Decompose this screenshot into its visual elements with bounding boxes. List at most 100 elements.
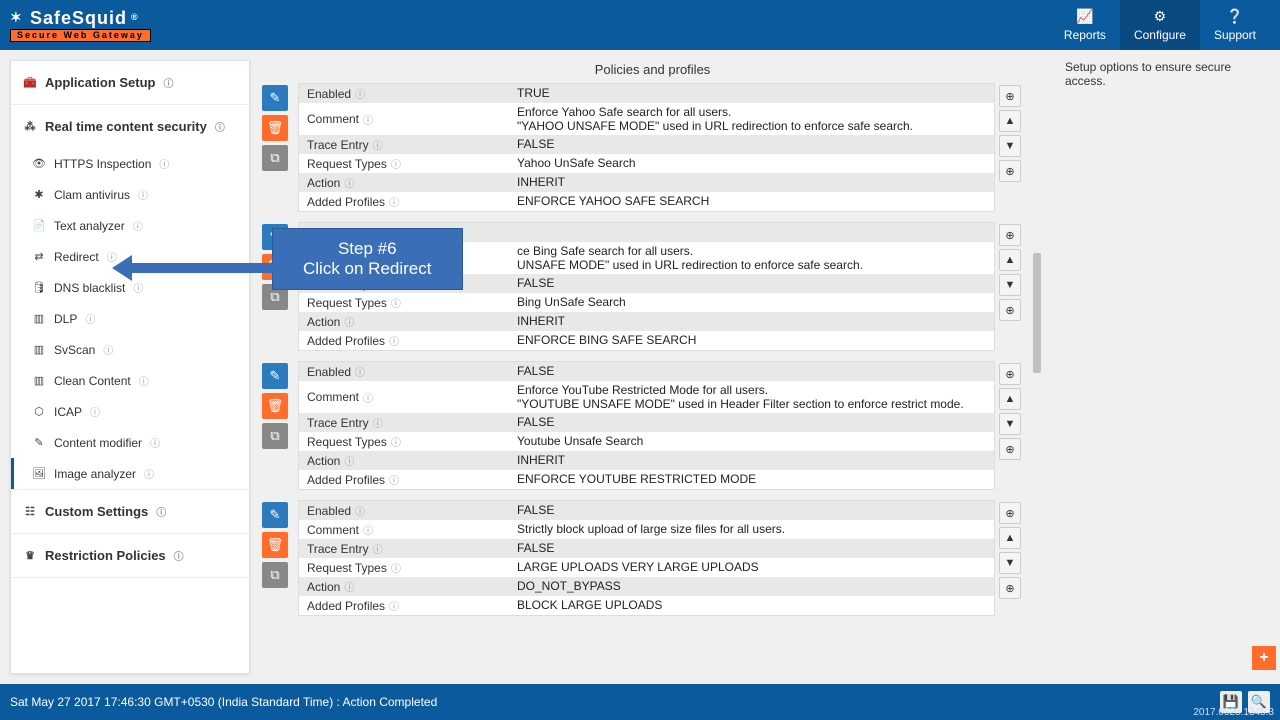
clone-button[interactable]: ⧉ bbox=[262, 145, 288, 171]
help-panel: Setup options to ensure secure access. bbox=[1055, 60, 1280, 674]
info-icon: ⓘ bbox=[373, 415, 383, 430]
sidebar-item-clean-content[interactable]: ▥Clean Content ⓘ bbox=[11, 365, 249, 396]
sidebar-item-label: Text analyzer bbox=[54, 219, 125, 233]
field-label: Request Types ⓘ bbox=[299, 293, 509, 312]
info-icon: ⓘ bbox=[363, 522, 373, 537]
table-row: Action ⓘINHERIT bbox=[299, 173, 994, 192]
clone-button[interactable]: ⧉ bbox=[262, 423, 288, 449]
help-text: Setup options to ensure secure access. bbox=[1065, 60, 1270, 88]
edit-button[interactable]: ✎ bbox=[262, 363, 288, 389]
brand-reg: ® bbox=[131, 13, 139, 22]
move-top-button[interactable]: ⊕ bbox=[999, 85, 1021, 107]
field-value: INHERIT bbox=[509, 451, 994, 470]
sidebar-app-setup[interactable]: 🧰 Application Setup ⓘ bbox=[11, 61, 249, 104]
info-icon: ⓘ bbox=[391, 434, 401, 449]
delete-button[interactable]: 🗑 bbox=[262, 393, 288, 419]
field-label: Request Types ⓘ bbox=[299, 432, 509, 451]
sidebar-item-icap[interactable]: ⬡ICAP ⓘ bbox=[11, 396, 249, 427]
field-label: Comment ⓘ bbox=[299, 381, 509, 413]
info-icon: ⓘ bbox=[373, 541, 383, 556]
table-row: Comment ⓘEnforce YouTube Restricted Mode… bbox=[299, 381, 994, 413]
field-label: Added Profiles ⓘ bbox=[299, 192, 509, 211]
scrollbar-thumb[interactable] bbox=[1033, 253, 1041, 373]
item-icon: ✎ bbox=[32, 436, 46, 449]
move-top-button[interactable]: ⊕ bbox=[999, 224, 1021, 246]
chart-icon: 📈 bbox=[1076, 8, 1093, 25]
sidebar-item-text-analyzer[interactable]: 📄Text analyzer ⓘ bbox=[11, 210, 249, 241]
table-row: Request Types ⓘYahoo UnSafe Search bbox=[299, 154, 994, 173]
briefcase-icon: 🧰 bbox=[23, 76, 37, 89]
card-actions: ✎ 🗑 ⧉ bbox=[262, 83, 298, 212]
sidebar-item-https-inspection[interactable]: 👁HTTPS Inspection ⓘ bbox=[11, 148, 249, 179]
field-label: Trace Entry ⓘ bbox=[299, 135, 509, 154]
info-icon: ⓘ bbox=[363, 112, 373, 127]
add-policy-button[interactable]: + bbox=[1252, 646, 1276, 670]
move-bottom-button[interactable]: ⊕ bbox=[999, 160, 1021, 182]
info-icon: ⓘ bbox=[150, 435, 160, 450]
scrollbar[interactable] bbox=[1031, 83, 1043, 674]
nav-reports[interactable]: 📈 Reports bbox=[1050, 0, 1120, 50]
move-up-button[interactable]: ▲ bbox=[999, 388, 1021, 410]
policy-list: ✎ 🗑 ⧉ Enabled ⓘTRUEComment ⓘEnforce Yaho… bbox=[262, 83, 1031, 674]
sidebar-item-image-analyzer[interactable]: 🖼Image analyzer ⓘ bbox=[11, 458, 249, 489]
info-icon: ⓘ bbox=[164, 75, 174, 90]
brand-name: SafeSquid bbox=[30, 9, 127, 27]
table-row: Trace Entry ⓘFALSE bbox=[299, 539, 994, 558]
move-top-button[interactable]: ⊕ bbox=[999, 363, 1021, 385]
sidebar-item-content-modifier[interactable]: ✎Content modifier ⓘ bbox=[11, 427, 249, 458]
sidebar-item-clam-antivirus[interactable]: ✱Clam antivirus ⓘ bbox=[11, 179, 249, 210]
cogs-icon: ⚙ bbox=[1154, 8, 1167, 25]
edit-button[interactable]: ✎ bbox=[262, 502, 288, 528]
move-bottom-button[interactable]: ⊕ bbox=[999, 299, 1021, 321]
field-value: Enforce YouTube Restricted Mode for all … bbox=[509, 381, 994, 413]
policy-card: ✎ 🗑 ⧉ Enabled ⓘTRUEComment ⓘEnforce Yaho… bbox=[262, 83, 1025, 212]
field-label: Comment ⓘ bbox=[299, 520, 509, 539]
edit-button[interactable]: ✎ bbox=[262, 85, 288, 111]
item-icon: ⇄ bbox=[32, 250, 46, 263]
sidebar-item-label: Clean Content bbox=[54, 374, 131, 388]
field-value: LARGE UPLOADS VERY LARGE UPLOADS bbox=[509, 558, 994, 577]
card-side-actions: ⊕ ▲ ▼ ⊕ bbox=[995, 500, 1025, 616]
item-icon: ▥ bbox=[32, 312, 46, 325]
field-value: FALSE bbox=[509, 135, 994, 154]
table-row: Enabled ⓘTRUE bbox=[299, 84, 994, 103]
table-row: Request Types ⓘLARGE UPLOADS VERY LARGE … bbox=[299, 558, 994, 577]
info-icon: ⓘ bbox=[103, 342, 113, 357]
move-down-button[interactable]: ▼ bbox=[999, 413, 1021, 435]
clone-button[interactable]: ⧉ bbox=[262, 562, 288, 588]
content-wrap: 🧰 Application Setup ⓘ ⁂ Real time conten… bbox=[0, 50, 1280, 674]
info-icon: ⓘ bbox=[144, 466, 154, 481]
field-label: Action ⓘ bbox=[299, 312, 509, 331]
sidebar-custom-settings[interactable]: ☷ Custom Settings ⓘ bbox=[11, 490, 249, 533]
move-bottom-button[interactable]: ⊕ bbox=[999, 438, 1021, 460]
nav-support[interactable]: ❔ Support bbox=[1200, 0, 1270, 50]
nav-configure[interactable]: ⚙ Configure bbox=[1120, 0, 1200, 50]
info-icon: ⓘ bbox=[391, 156, 401, 171]
delete-button[interactable]: 🗑 bbox=[262, 115, 288, 141]
move-down-button[interactable]: ▼ bbox=[999, 552, 1021, 574]
info-icon: ⓘ bbox=[355, 86, 365, 101]
move-down-button[interactable]: ▼ bbox=[999, 135, 1021, 157]
move-up-button[interactable]: ▲ bbox=[999, 527, 1021, 549]
move-top-button[interactable]: ⊕ bbox=[999, 502, 1021, 524]
move-up-button[interactable]: ▲ bbox=[999, 249, 1021, 271]
delete-button[interactable]: 🗑 bbox=[262, 532, 288, 558]
move-down-button[interactable]: ▼ bbox=[999, 274, 1021, 296]
sidebar-rtcs[interactable]: ⁂ Real time content security ⓘ bbox=[11, 105, 249, 148]
move-bottom-button[interactable]: ⊕ bbox=[999, 577, 1021, 599]
app-header: ✶ SafeSquid® Secure Web Gateway 📈 Report… bbox=[0, 0, 1280, 50]
sidebar-item-dlp[interactable]: ▥DLP ⓘ bbox=[11, 303, 249, 334]
info-icon: ⓘ bbox=[363, 390, 373, 405]
field-value: ENFORCE BING SAFE SEARCH bbox=[509, 331, 994, 350]
sidebar-restriction-policies[interactable]: ♛ Restriction Policies ⓘ bbox=[11, 534, 249, 577]
card-actions: ✎ 🗑 ⧉ bbox=[262, 361, 298, 490]
info-icon: ⓘ bbox=[391, 295, 401, 310]
field-value: INHERIT bbox=[509, 173, 994, 192]
sidebar-item-svscan[interactable]: ▥SvScan ⓘ bbox=[11, 334, 249, 365]
move-up-button[interactable]: ▲ bbox=[999, 110, 1021, 132]
info-icon: ⓘ bbox=[159, 156, 169, 171]
table-row: Added Profiles ⓘBLOCK LARGE UPLOADS bbox=[299, 596, 994, 615]
card-actions: ✎ 🗑 ⧉ bbox=[262, 500, 298, 616]
info-icon: ⓘ bbox=[389, 598, 399, 613]
table-row: Added Profiles ⓘENFORCE BING SAFE SEARCH bbox=[299, 331, 994, 350]
